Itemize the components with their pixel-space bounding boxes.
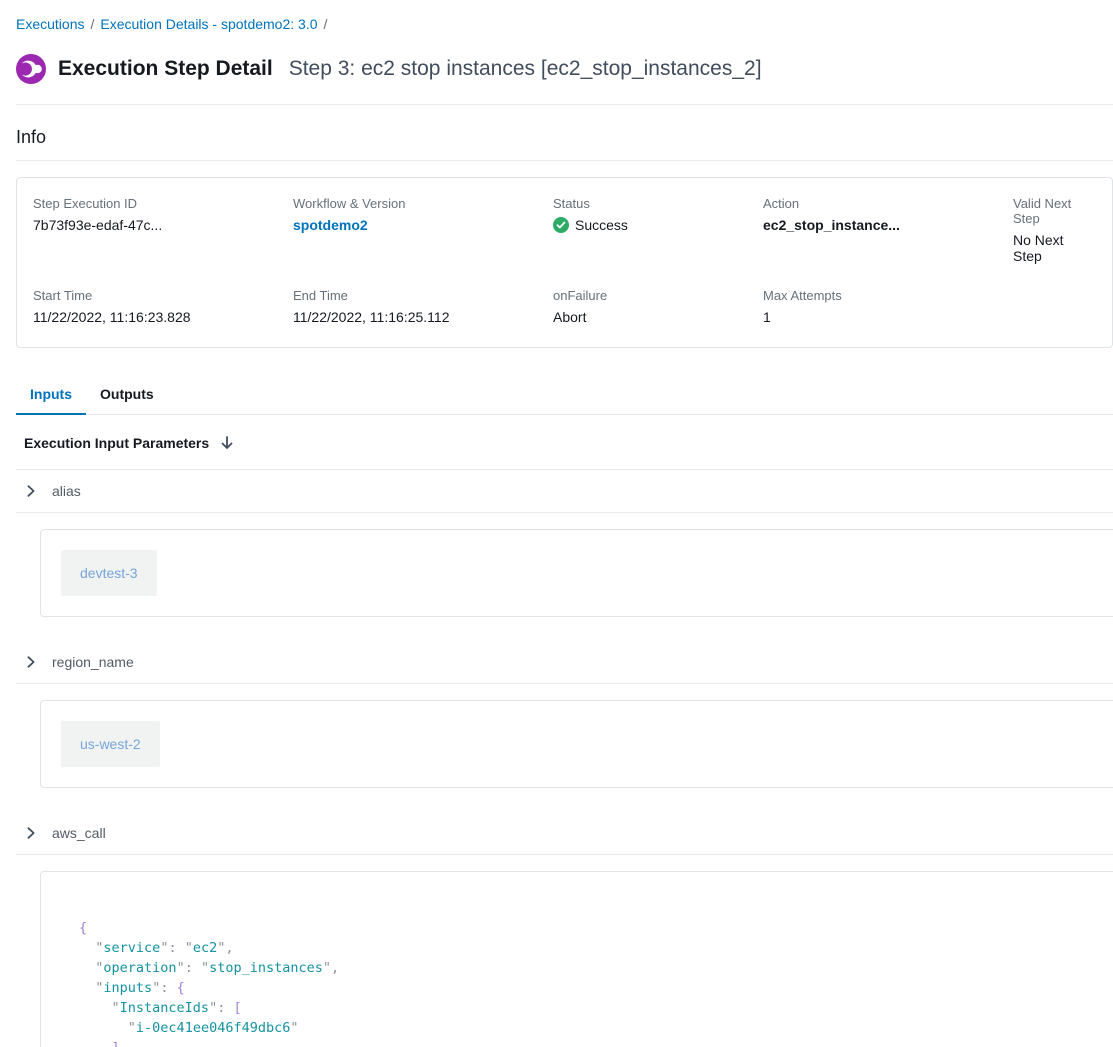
param-name-alias: alias bbox=[52, 483, 81, 499]
value-card-aws-call: { "service": "ec2", "operation": "stop_i… bbox=[40, 871, 1113, 1047]
arrow-down-icon[interactable] bbox=[219, 435, 235, 451]
params-heading-label: Execution Input Parameters bbox=[24, 435, 209, 451]
field-value: 7b73f93e-edaf-47c... bbox=[33, 217, 293, 233]
tab-outputs[interactable]: Outputs bbox=[86, 374, 168, 414]
param-name-aws-call: aws_call bbox=[52, 825, 106, 841]
breadcrumb-separator: / bbox=[324, 16, 328, 32]
section-content-aws-call: { "service": "ec2", "operation": "stop_i… bbox=[16, 855, 1113, 1047]
field-value: Abort bbox=[553, 309, 763, 325]
field-value: 11/22/2022, 11:16:25.112 bbox=[293, 309, 553, 325]
breadcrumb-link-execution-details[interactable]: Execution Details - spotdemo2: 3.0 bbox=[100, 16, 317, 32]
field-label: Action bbox=[763, 196, 1013, 211]
divider bbox=[16, 160, 1113, 161]
chevron-right-icon bbox=[24, 826, 38, 840]
breadcrumb: Executions / Execution Details - spotdemo2… bbox=[16, 16, 1113, 32]
section-header-aws-call[interactable]: aws_call bbox=[16, 812, 1113, 855]
value-card-alias: devtest-3 bbox=[40, 529, 1113, 617]
chevron-right-icon bbox=[24, 484, 38, 498]
section-content-region-name: us-west-2 bbox=[16, 684, 1113, 812]
field-onfailure: onFailure Abort bbox=[553, 288, 763, 325]
page-subtitle: Step 3: ec2 stop instances [ec2_stop_ins… bbox=[289, 57, 762, 81]
field-workflow-version: Workflow & Version spotdemo2 bbox=[293, 196, 553, 264]
breadcrumb-link-executions[interactable]: Executions bbox=[16, 16, 84, 32]
success-check-icon bbox=[553, 217, 569, 233]
section-header-alias[interactable]: alias bbox=[16, 470, 1113, 513]
tab-bar: Inputs Outputs bbox=[16, 374, 1113, 415]
section-content-alias: devtest-3 bbox=[16, 513, 1113, 641]
field-label: onFailure bbox=[553, 288, 763, 303]
field-label: Max Attempts bbox=[763, 288, 1013, 303]
grid-spacer bbox=[1013, 288, 1092, 325]
info-heading: Info bbox=[16, 127, 1113, 148]
info-grid: Step Execution ID 7b73f93e-edaf-47c... W… bbox=[33, 196, 1092, 325]
field-max-attempts: Max Attempts 1 bbox=[763, 288, 1013, 325]
aws-call-json-viewer: { "service": "ec2", "operation": "stop_i… bbox=[79, 918, 1096, 1047]
page-title: Execution Step Detail bbox=[58, 57, 273, 81]
field-value: 1 bbox=[763, 309, 1013, 325]
region-name-value-chip[interactable]: us-west-2 bbox=[61, 721, 160, 767]
field-label: Start Time bbox=[33, 288, 293, 303]
chevron-right-icon bbox=[24, 655, 38, 669]
divider bbox=[16, 104, 1113, 105]
field-label: End Time bbox=[293, 288, 553, 303]
execution-input-parameters-header: Execution Input Parameters bbox=[16, 415, 1113, 470]
field-value: No Next Step bbox=[1013, 232, 1092, 264]
workflow-icon bbox=[16, 54, 46, 84]
field-step-execution-id: Step Execution ID 7b73f93e-edaf-47c... bbox=[33, 196, 293, 264]
field-value: ec2_stop_instance... bbox=[763, 217, 1013, 233]
workflow-link[interactable]: spotdemo2 bbox=[293, 217, 368, 233]
page-header: Execution Step Detail Step 3: ec2 stop i… bbox=[16, 54, 1113, 84]
field-label: Status bbox=[553, 196, 763, 211]
breadcrumb-separator: / bbox=[90, 16, 94, 32]
info-card: Step Execution ID 7b73f93e-edaf-47c... W… bbox=[16, 177, 1113, 348]
field-value: 11/22/2022, 11:16:23.828 bbox=[33, 309, 293, 325]
status-badge: Success bbox=[553, 217, 763, 233]
alias-value-chip[interactable]: devtest-3 bbox=[61, 550, 157, 596]
param-name-region-name: region_name bbox=[52, 654, 134, 670]
field-status: Status Success bbox=[553, 196, 763, 264]
value-card-region-name: us-west-2 bbox=[40, 700, 1113, 788]
field-start-time: Start Time 11/22/2022, 11:16:23.828 bbox=[33, 288, 293, 325]
field-end-time: End Time 11/22/2022, 11:16:25.112 bbox=[293, 288, 553, 325]
status-text: Success bbox=[575, 217, 628, 233]
field-label: Workflow & Version bbox=[293, 196, 553, 211]
section-header-region-name[interactable]: region_name bbox=[16, 641, 1113, 684]
field-label: Step Execution ID bbox=[33, 196, 293, 211]
field-action: Action ec2_stop_instance... bbox=[763, 196, 1013, 264]
field-valid-next-step: Valid Next Step No Next Step bbox=[1013, 196, 1092, 264]
field-label: Valid Next Step bbox=[1013, 196, 1092, 226]
tab-inputs[interactable]: Inputs bbox=[16, 374, 86, 414]
